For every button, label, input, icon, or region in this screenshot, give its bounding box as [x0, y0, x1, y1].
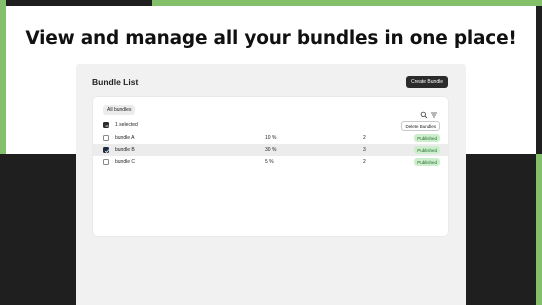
status-badge: Published: [414, 134, 440, 142]
selection-row: 1 selected Delete Bundles: [93, 119, 448, 131]
page-headline: View and manage all your bundles in one …: [25, 28, 517, 49]
decor-block-left-bottom: [0, 154, 76, 305]
bundle-discount: 5 %: [265, 159, 274, 165]
row-checkbox[interactable]: [103, 135, 109, 141]
bundle-product-count: 2: [363, 159, 366, 165]
row-checkbox[interactable]: [103, 147, 110, 153]
table-row[interactable]: bundle B 30 % 3 Published: [93, 144, 448, 156]
table-row[interactable]: bundle C 5 % 2 Published: [93, 156, 448, 168]
filter-row: All bundles: [103, 104, 438, 119]
bundle-product-count: 2: [363, 135, 366, 141]
bundle-name[interactable]: bundle B: [115, 147, 135, 153]
select-all-checkbox[interactable]: [103, 122, 109, 128]
decor-band-top-left: [0, 0, 152, 6]
search-icon[interactable]: [420, 106, 428, 119]
tab-all-bundles[interactable]: All bundles: [103, 105, 136, 115]
selected-count-label: 1 selected: [115, 122, 138, 128]
decor-band-right-bottom: [536, 154, 542, 305]
row-checkbox[interactable]: [103, 159, 109, 165]
decor-band-top-right: [152, 0, 542, 6]
bundle-name[interactable]: bundle A: [115, 135, 134, 141]
status-badge: Published: [414, 146, 440, 154]
table-tools: [420, 106, 438, 119]
filter-sort-icon[interactable]: [430, 106, 438, 118]
bundle-name[interactable]: bundle C: [115, 159, 135, 165]
panel-header: Bundle List Create Bundle: [92, 74, 448, 90]
decor-block-right-bottom: [466, 154, 542, 305]
delete-bundles-button[interactable]: Delete Bundles: [401, 121, 440, 131]
bundle-product-count: 3: [363, 147, 366, 153]
panel-title: Bundle List: [92, 77, 139, 87]
bundle-list-panel: Bundle List Create Bundle All bundles 1 …: [76, 64, 466, 305]
decor-band-left-top: [0, 0, 6, 154]
bundle-discount: 30 %: [265, 147, 277, 153]
table-row[interactable]: bundle A 10 % 2 Published: [93, 132, 448, 144]
bundle-table-card: All bundles 1 selected Delete Bundles bu…: [93, 97, 448, 236]
create-bundle-button[interactable]: Create Bundle: [406, 76, 448, 88]
bundle-discount: 10 %: [265, 135, 277, 141]
status-badge: Published: [414, 158, 440, 166]
